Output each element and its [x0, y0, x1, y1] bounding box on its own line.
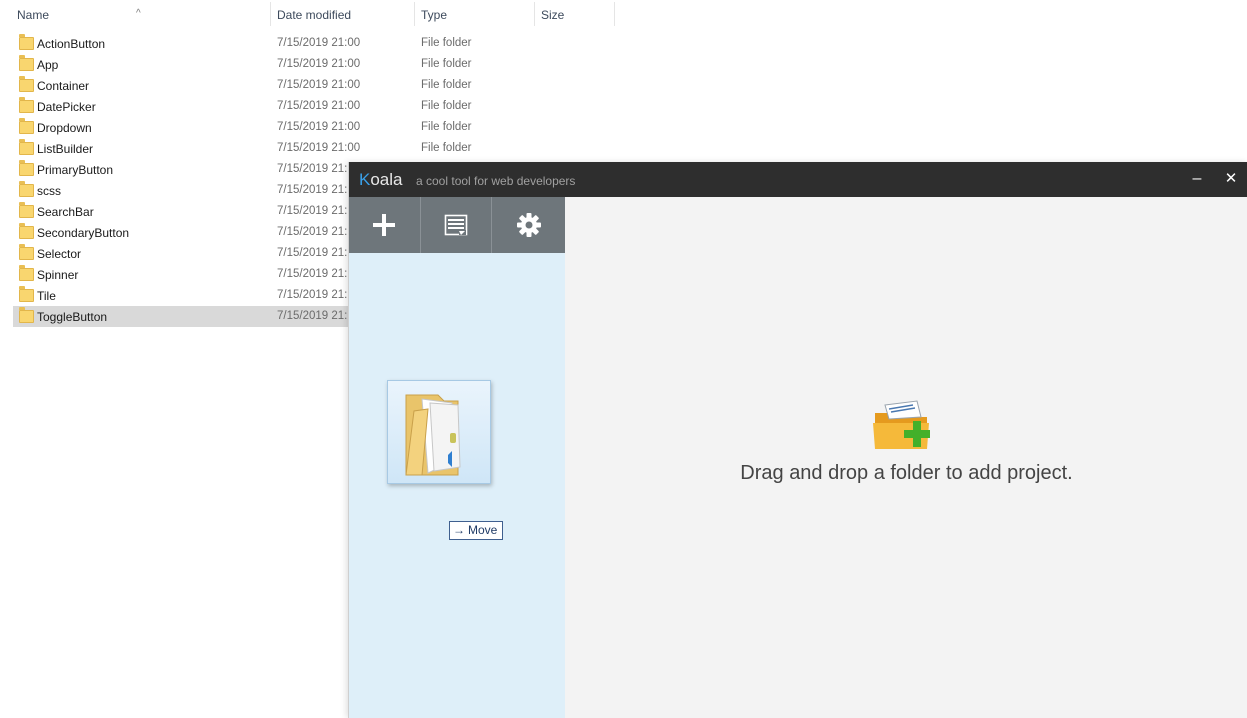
minimize-button[interactable]: –	[1185, 168, 1209, 190]
add-folder-icon	[873, 400, 930, 449]
folder-type: File folder	[421, 37, 472, 49]
folder-type: File folder	[421, 58, 472, 70]
folder-icon	[19, 181, 34, 197]
folder-row[interactable]: Spinner 7/15/2019 21:	[13, 264, 349, 285]
app-title: Koala	[359, 170, 403, 189]
folder-row[interactable]: DatePicker 7/15/2019 21:00 File folder	[13, 96, 472, 117]
project-sidebar[interactable]: → Move	[349, 197, 565, 718]
column-size-header[interactable]: Size	[541, 8, 564, 22]
folder-type: File folder	[421, 142, 472, 154]
log-button[interactable]	[420, 197, 491, 253]
column-separator[interactable]	[614, 2, 615, 26]
koala-titlebar[interactable]: Koala a cool tool for web developers – ✕	[349, 162, 1247, 197]
folder-date: 7/15/2019 21:	[277, 310, 348, 322]
app-subtitle: a cool tool for web developers	[416, 174, 576, 188]
folder-name: DatePicker	[37, 100, 96, 114]
file-list: ActionButton 7/15/2019 21:00 File folder Ap…	[13, 33, 472, 327]
sidebar-toolbar	[349, 197, 565, 253]
folder-name: Container	[37, 79, 90, 93]
folder-name: Spinner	[37, 268, 79, 282]
folder-row[interactable]: Container 7/15/2019 21:00 File folder	[13, 75, 472, 96]
folder-row[interactable]: scss 7/15/2019 21:	[13, 180, 349, 201]
folder-icon	[19, 76, 34, 92]
folder-row[interactable]: ListBuilder 7/15/2019 21:00 File folder	[13, 138, 472, 159]
folder-name: ToggleButton	[37, 310, 108, 324]
folder-name: SecondaryButton	[37, 226, 130, 240]
folder-date: 7/15/2019 21:00	[277, 100, 361, 112]
folder-name: App	[37, 58, 59, 72]
column-name-header[interactable]: Name	[17, 8, 49, 22]
column-header-row: Name ^ Date modified Type Size	[0, 0, 620, 30]
folder-icon	[19, 139, 34, 155]
folder-name: Tile	[37, 289, 56, 303]
folder-type: File folder	[421, 79, 472, 91]
move-label: Move	[468, 523, 498, 537]
folder-date: 7/15/2019 21:	[277, 289, 348, 301]
folder-row[interactable]: App 7/15/2019 21:00 File folder	[13, 54, 472, 75]
folder-name: Selector	[37, 247, 82, 261]
folder-icon	[19, 55, 34, 71]
column-type-header[interactable]: Type	[421, 8, 447, 22]
folder-name: Dropdown	[37, 121, 92, 135]
folder-row[interactable]: PrimaryButton 7/15/2019 21:	[13, 159, 349, 180]
plus-icon	[373, 214, 395, 236]
folder-icon	[19, 265, 34, 281]
folder-date: 7/15/2019 21:	[277, 268, 348, 280]
folder-type: File folder	[421, 100, 472, 112]
folder-icon	[19, 244, 34, 260]
folder-icon	[19, 118, 34, 134]
folder-row[interactable]: ActionButton 7/15/2019 21:00 File folder	[13, 33, 472, 54]
koala-window: Koala a cool tool for web developers – ✕	[348, 162, 1247, 718]
folder-row[interactable]: ToggleButton 7/15/2019 21:	[13, 306, 349, 327]
folder-icon	[19, 160, 34, 176]
folder-row[interactable]: Selector 7/15/2019 21:	[13, 243, 349, 264]
folder-icon	[405, 394, 461, 476]
document-icon	[444, 214, 468, 236]
folder-date: 7/15/2019 21:	[277, 184, 348, 196]
column-separator[interactable]	[270, 2, 271, 26]
gear-icon	[517, 213, 541, 237]
arrow-right-icon: →	[453, 523, 465, 537]
column-separator[interactable]	[534, 2, 535, 26]
drop-zone[interactable]: Drag and drop a folder to add project.	[565, 197, 1247, 718]
folder-date: 7/15/2019 21:	[277, 247, 348, 259]
folder-date: 7/15/2019 21:00	[277, 79, 361, 91]
folder-name: ListBuilder	[37, 142, 94, 156]
folder-date: 7/15/2019 21:00	[277, 121, 361, 133]
folder-icon	[19, 34, 34, 50]
folder-icon	[19, 307, 34, 323]
folder-icon	[19, 286, 34, 302]
folder-row[interactable]: Tile 7/15/2019 21:	[13, 285, 349, 306]
column-separator[interactable]	[414, 2, 415, 26]
close-button[interactable]: ✕	[1219, 168, 1243, 190]
folder-row[interactable]: SecondaryButton 7/15/2019 21:	[13, 222, 349, 243]
settings-button[interactable]	[491, 197, 566, 253]
add-project-button[interactable]	[349, 197, 419, 253]
folder-row[interactable]: SearchBar 7/15/2019 21:	[13, 201, 349, 222]
sort-ascending-icon: ^	[136, 8, 141, 19]
folder-date: 7/15/2019 21:	[277, 163, 348, 175]
dragged-folder-preview	[387, 380, 491, 484]
folder-date: 7/15/2019 21:	[277, 226, 348, 238]
drop-hint-text: Drag and drop a folder to add project.	[740, 462, 1073, 484]
folder-row[interactable]: Dropdown 7/15/2019 21:00 File folder	[13, 117, 472, 138]
folder-icon	[19, 223, 34, 239]
drag-move-tooltip: → Move	[449, 521, 504, 540]
folder-date: 7/15/2019 21:00	[277, 142, 361, 154]
folder-name: ActionButton	[37, 37, 106, 51]
folder-date: 7/15/2019 21:00	[277, 58, 361, 70]
folder-icon	[19, 97, 34, 113]
folder-type: File folder	[421, 121, 472, 133]
folder-name: PrimaryButton	[37, 163, 114, 177]
folder-date: 7/15/2019 21:00	[277, 37, 361, 49]
folder-icon	[19, 202, 34, 218]
folder-date: 7/15/2019 21:	[277, 205, 348, 217]
folder-name: SearchBar	[37, 205, 94, 219]
folder-name: scss	[37, 184, 61, 198]
column-date-header[interactable]: Date modified	[277, 8, 351, 22]
